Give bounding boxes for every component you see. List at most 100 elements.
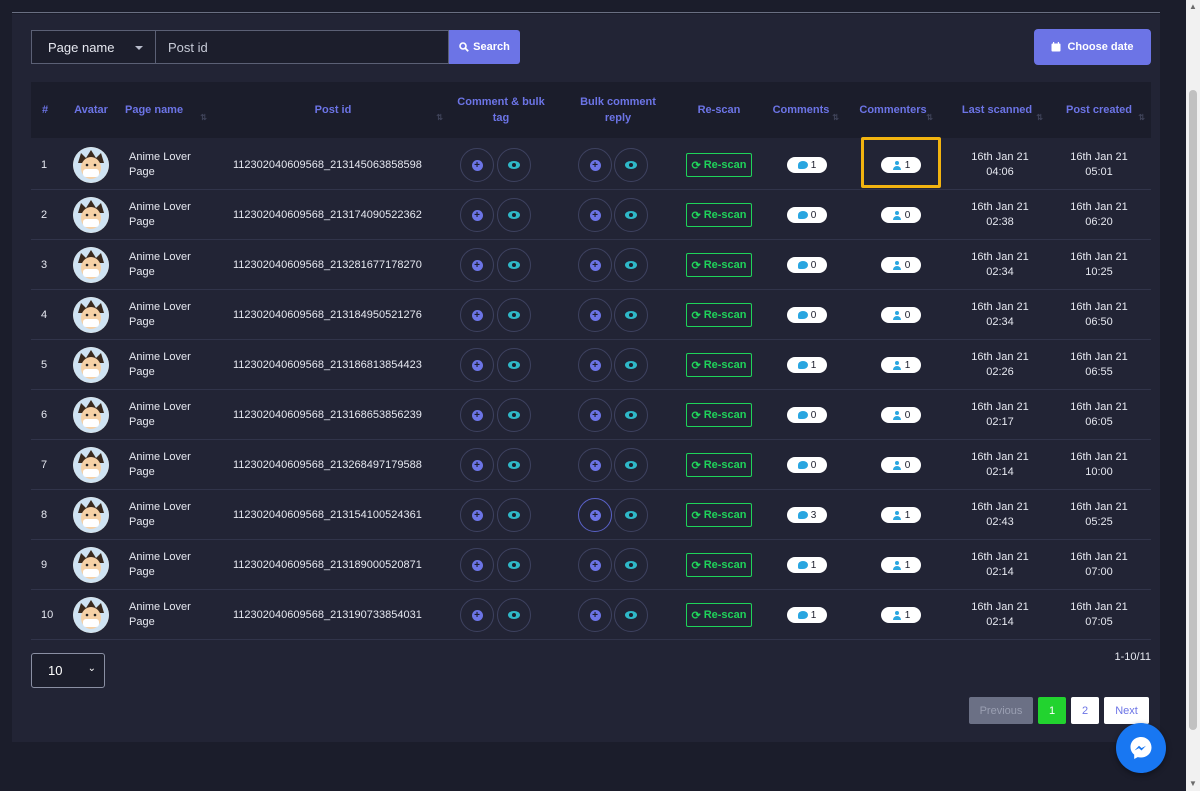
- scrollbar-thumb[interactable]: [1189, 90, 1197, 730]
- view-tag-button[interactable]: [497, 448, 531, 482]
- rescan-button[interactable]: ⟳ Re-scan: [686, 353, 752, 377]
- rescan-button[interactable]: ⟳ Re-scan: [686, 403, 752, 427]
- view-tag-button[interactable]: [497, 348, 531, 382]
- page-2-button[interactable]: 2: [1071, 697, 1099, 724]
- add-reply-button[interactable]: +: [578, 148, 612, 182]
- search-button[interactable]: Search: [449, 30, 520, 64]
- col-last-scanned[interactable]: Last scanned ⇅: [949, 82, 1045, 138]
- col-bulk-comment-reply[interactable]: Bulk comment reply: [569, 82, 667, 138]
- add-reply-button[interactable]: +: [578, 548, 612, 582]
- rescan-button[interactable]: ⟳ Re-scan: [686, 603, 752, 627]
- commenters-badge[interactable]: 1: [881, 607, 921, 623]
- comments-badge[interactable]: 1: [787, 557, 827, 573]
- rescan-button[interactable]: ⟳ Re-scan: [686, 153, 752, 177]
- post-id-input[interactable]: [155, 30, 449, 64]
- add-reply-button[interactable]: +: [578, 248, 612, 282]
- rescan-button[interactable]: ⟳ Re-scan: [686, 203, 752, 227]
- comments-badge[interactable]: 1: [787, 607, 827, 623]
- comments-badge[interactable]: 0: [787, 307, 827, 323]
- col-comment-bulk-tag[interactable]: Comment & bulk tag: [449, 82, 553, 138]
- add-reply-button[interactable]: +: [578, 598, 612, 632]
- view-tag-button[interactable]: [497, 598, 531, 632]
- rescan-button[interactable]: ⟳ Re-scan: [686, 453, 752, 477]
- comments-badge[interactable]: 0: [787, 407, 827, 423]
- add-reply-button[interactable]: +: [578, 198, 612, 232]
- view-tag-button[interactable]: [497, 498, 531, 532]
- comments-badge[interactable]: 0: [787, 257, 827, 273]
- add-tag-button[interactable]: +: [460, 498, 494, 532]
- view-tag-button[interactable]: [497, 248, 531, 282]
- add-tag-button[interactable]: +: [460, 248, 494, 282]
- view-reply-button[interactable]: [614, 348, 648, 382]
- commenters-badge[interactable]: 1: [881, 507, 921, 523]
- add-reply-button[interactable]: +: [578, 498, 612, 532]
- comments-badge[interactable]: 1: [787, 157, 827, 173]
- view-reply-button[interactable]: [614, 198, 648, 232]
- commenters-badge[interactable]: 0: [881, 457, 921, 473]
- add-tag-button[interactable]: +: [460, 448, 494, 482]
- per-page-select[interactable]: 10 ⌄: [31, 653, 105, 688]
- view-reply-button[interactable]: [614, 148, 648, 182]
- rescan-button[interactable]: ⟳ Re-scan: [686, 303, 752, 327]
- add-tag-button[interactable]: +: [460, 348, 494, 382]
- col-page-name[interactable]: Page name ⇅: [125, 82, 209, 138]
- view-reply-button[interactable]: [614, 298, 648, 332]
- col-rescan[interactable]: Re-scan: [687, 82, 751, 138]
- rescan-button[interactable]: ⟳ Re-scan: [686, 553, 752, 577]
- add-tag-button[interactable]: +: [460, 398, 494, 432]
- col-comments[interactable]: Comments ⇅: [761, 82, 841, 138]
- next-page-button[interactable]: Next: [1104, 697, 1149, 724]
- page-scrollbar[interactable]: ▲ ▼: [1186, 0, 1200, 791]
- add-reply-button[interactable]: +: [578, 398, 612, 432]
- page-name-select[interactable]: Page name: [31, 30, 155, 64]
- comments-badge[interactable]: 1: [787, 357, 827, 373]
- add-reply-button[interactable]: +: [578, 348, 612, 382]
- comments-badge[interactable]: 3: [787, 507, 827, 523]
- commenters-badge[interactable]: 1: [881, 157, 921, 173]
- col-commenters[interactable]: Commenters ⇅: [851, 82, 935, 138]
- messenger-chat-button[interactable]: [1116, 723, 1166, 773]
- commenters-badge[interactable]: 0: [881, 407, 921, 423]
- choose-date-button[interactable]: Choose date: [1034, 29, 1151, 65]
- rescan-button[interactable]: ⟳ Re-scan: [686, 503, 752, 527]
- view-reply-button[interactable]: [614, 398, 648, 432]
- col-post-created[interactable]: Post created ⇅: [1051, 82, 1147, 138]
- add-reply-button[interactable]: +: [578, 448, 612, 482]
- rescan-button[interactable]: ⟳ Re-scan: [686, 253, 752, 277]
- add-reply-button[interactable]: +: [578, 298, 612, 332]
- add-tag-button[interactable]: +: [460, 548, 494, 582]
- add-tag-button[interactable]: +: [460, 198, 494, 232]
- commenters-badge[interactable]: 1: [881, 357, 921, 373]
- view-reply-button[interactable]: [614, 548, 648, 582]
- plus-circle-icon: +: [589, 609, 601, 621]
- commenters-badge[interactable]: 0: [881, 207, 921, 223]
- commenters-badge[interactable]: 0: [881, 257, 921, 273]
- commenters-badge[interactable]: 1: [881, 557, 921, 573]
- view-tag-button[interactable]: [497, 148, 531, 182]
- comments-badge[interactable]: 0: [787, 207, 827, 223]
- add-tag-button[interactable]: +: [460, 598, 494, 632]
- page-1-button[interactable]: 1: [1038, 697, 1066, 724]
- view-reply-button[interactable]: [614, 498, 648, 532]
- view-tag-button[interactable]: [497, 548, 531, 582]
- comment-icon: [797, 561, 808, 569]
- scroll-up-icon[interactable]: ▲: [1186, 0, 1200, 14]
- add-tag-button[interactable]: +: [460, 298, 494, 332]
- commenters-badge[interactable]: 0: [881, 307, 921, 323]
- commenters-count: 0: [904, 209, 911, 221]
- view-reply-button[interactable]: [614, 448, 648, 482]
- view-reply-button[interactable]: [614, 248, 648, 282]
- view-tag-button[interactable]: [497, 298, 531, 332]
- view-tag-button[interactable]: [497, 198, 531, 232]
- last-scanned-date: 16th Jan 21: [971, 401, 1029, 413]
- view-reply-button[interactable]: [614, 598, 648, 632]
- col-post-id[interactable]: Post id ⇅: [221, 82, 445, 138]
- col-number[interactable]: #: [37, 82, 53, 138]
- previous-page-button[interactable]: Previous: [969, 697, 1033, 724]
- view-tag-button[interactable]: [497, 398, 531, 432]
- comments-badge[interactable]: 0: [787, 457, 827, 473]
- scroll-down-icon[interactable]: ▼: [1186, 777, 1200, 791]
- commenters-count: 1: [904, 159, 911, 171]
- col-avatar[interactable]: Avatar: [71, 82, 111, 138]
- add-tag-button[interactable]: +: [460, 148, 494, 182]
